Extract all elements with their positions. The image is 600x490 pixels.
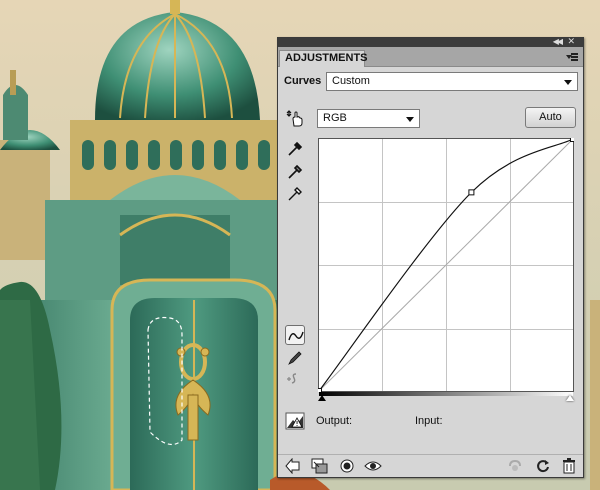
curves-graph[interactable]: [318, 138, 574, 392]
tab-adjustments[interactable]: ADJUSTMENTS: [279, 50, 368, 67]
panel-tab-bar: ADJUSTMENTS: [278, 47, 583, 67]
panel-bottom-bar: [278, 454, 583, 477]
input-gradient-bar: [319, 392, 573, 396]
back-arrow-icon[interactable]: [284, 457, 302, 475]
black-point-slider[interactable]: [318, 395, 326, 401]
clip-to-layer-icon[interactable]: [310, 458, 328, 474]
channel-value: RGB: [323, 112, 347, 124]
smooth-curve-icon[interactable]: [285, 369, 305, 389]
channel-select[interactable]: RGB: [317, 109, 420, 128]
curve-control-point[interactable]: [468, 189, 475, 196]
hand-adjust-icon[interactable]: [285, 108, 305, 128]
curve-point-tool-icon[interactable]: [285, 325, 305, 345]
chevron-down-icon: [564, 80, 572, 85]
auto-button[interactable]: Auto: [525, 107, 576, 128]
chevron-down-icon: [406, 117, 414, 122]
pencil-icon[interactable]: [285, 348, 305, 368]
curve-control-point[interactable]: [570, 138, 575, 142]
close-icon[interactable]: ✕: [567, 36, 575, 47]
white-point-eyedropper-icon[interactable]: [285, 183, 305, 203]
view-previous-state-icon[interactable]: [506, 458, 524, 474]
input-label: Input:: [415, 415, 443, 427]
gray-point-eyedropper-icon[interactable]: [285, 161, 305, 181]
white-point-slider[interactable]: [566, 395, 574, 401]
visibility-eye-icon[interactable]: [364, 458, 382, 474]
preset-select[interactable]: Custom: [326, 72, 578, 91]
adjustments-panel: ◀◀ ✕ ADJUSTMENTS Curves Custom RGB Auto: [277, 36, 584, 478]
panel-menu-icon[interactable]: [566, 52, 578, 62]
panel-chrome: ◀◀ ✕: [278, 36, 583, 47]
collapse-icon[interactable]: ◀◀: [553, 37, 563, 46]
layer-mask-icon[interactable]: [338, 458, 356, 474]
curves-title: Curves: [284, 75, 322, 87]
output-label: Output:: [316, 415, 353, 427]
black-point-eyedropper-icon[interactable]: [285, 138, 305, 158]
clipping-warning-icon[interactable]: [285, 412, 305, 430]
reset-icon[interactable]: [534, 458, 552, 474]
trash-icon[interactable]: [560, 458, 578, 474]
preset-value: Custom: [332, 75, 370, 87]
